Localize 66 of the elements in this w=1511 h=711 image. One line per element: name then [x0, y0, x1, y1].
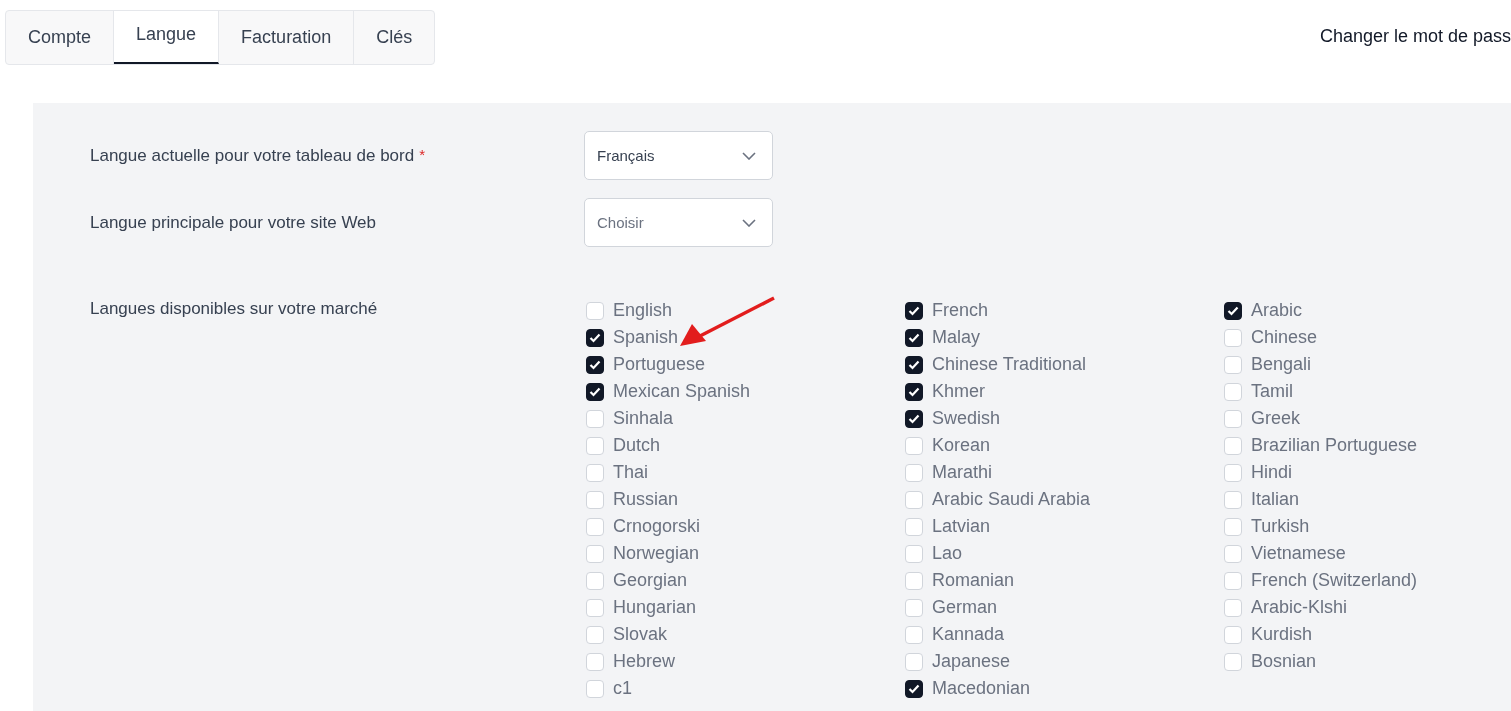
language-option: Spanish [613, 327, 679, 348]
language-option: Kannada [932, 624, 1005, 645]
language-option: Hindi [1251, 462, 1293, 483]
language-option: Bengali [1251, 354, 1312, 375]
language-option: Italian [1251, 489, 1300, 510]
language-option: Portuguese [613, 354, 706, 375]
language-option: Korean [932, 435, 991, 456]
required-mark: * [419, 145, 426, 163]
language-option: Japanese [932, 651, 1011, 672]
language-option: German [932, 597, 998, 618]
checkbox[interactable] [905, 328, 923, 347]
language-option: Hungarian [613, 597, 697, 618]
change-password-link[interactable]: Changer le mot de pass [1319, 26, 1511, 47]
language-option: Malay [932, 327, 980, 348]
language-option: Sinhala [613, 408, 674, 429]
language-option: Georgian [613, 570, 688, 591]
language-option: Dutch [613, 435, 661, 456]
language-option: Bosnian [1251, 651, 1317, 672]
language-option: Swedish [932, 408, 1001, 429]
language-option: Arabic [1251, 300, 1303, 321]
checkbox[interactable] [1224, 301, 1242, 320]
checkbox[interactable] [586, 382, 604, 401]
field-label: Langues disponibles sur votre marché [90, 299, 378, 319]
language-option: Tamil [1251, 381, 1293, 402]
language-option: Lao [932, 543, 963, 564]
language-option: Brazilian Portuguese [1251, 435, 1418, 456]
language-option: English [613, 300, 673, 321]
language-option: Chinese Traditional [932, 354, 1087, 375]
language-select[interactable]: Choisir [584, 198, 773, 247]
checkbox[interactable] [905, 679, 923, 698]
language-option: Turkish [1251, 516, 1310, 537]
checkbox[interactable] [905, 382, 923, 401]
language-option: Thai [613, 462, 648, 483]
language-option: c1 [613, 678, 632, 699]
checkbox[interactable] [586, 328, 604, 347]
language-option: French (Switzerland) [1251, 570, 1418, 591]
language-option: Vietnamese [1251, 543, 1346, 564]
language-option: Marathi [932, 462, 993, 483]
language-option: Chinese [1251, 327, 1318, 348]
language-option: Slovak [613, 624, 668, 645]
checkbox[interactable] [905, 409, 923, 428]
field-label: Langue principale pour votre site Web [90, 212, 377, 233]
language-option: Norwegian [613, 543, 700, 564]
language-option: French [932, 300, 989, 321]
language-option: Kurdish [1251, 624, 1313, 645]
language-option: Arabic-Klshi [1251, 597, 1348, 618]
language-option: Mexican Spanish [613, 381, 751, 402]
checkbox[interactable] [905, 301, 923, 320]
language-option: Macedonian [932, 678, 1031, 699]
language-option: Khmer [932, 381, 985, 402]
language-option: Russian [613, 489, 679, 510]
language-option: Crnogorski [613, 516, 701, 537]
language-select[interactable]: Français [584, 131, 773, 180]
chevron-down-icon [742, 151, 756, 160]
chevron-down-icon [742, 218, 756, 227]
language-option: Latvian [932, 516, 991, 537]
language-option: Greek [1251, 408, 1301, 429]
checkbox[interactable] [905, 355, 923, 374]
tab[interactable]: Clés [354, 11, 435, 64]
language-option: Hebrew [613, 651, 676, 672]
field-label: Langue actuelle pour votre tableau de bord [90, 145, 415, 166]
tab[interactable]: Langue [114, 11, 220, 64]
tab[interactable]: Facturation [219, 11, 355, 64]
language-option: Arabic Saudi Arabia [932, 489, 1091, 510]
language-option: Romanian [932, 570, 1015, 591]
checkbox[interactable] [586, 355, 604, 374]
